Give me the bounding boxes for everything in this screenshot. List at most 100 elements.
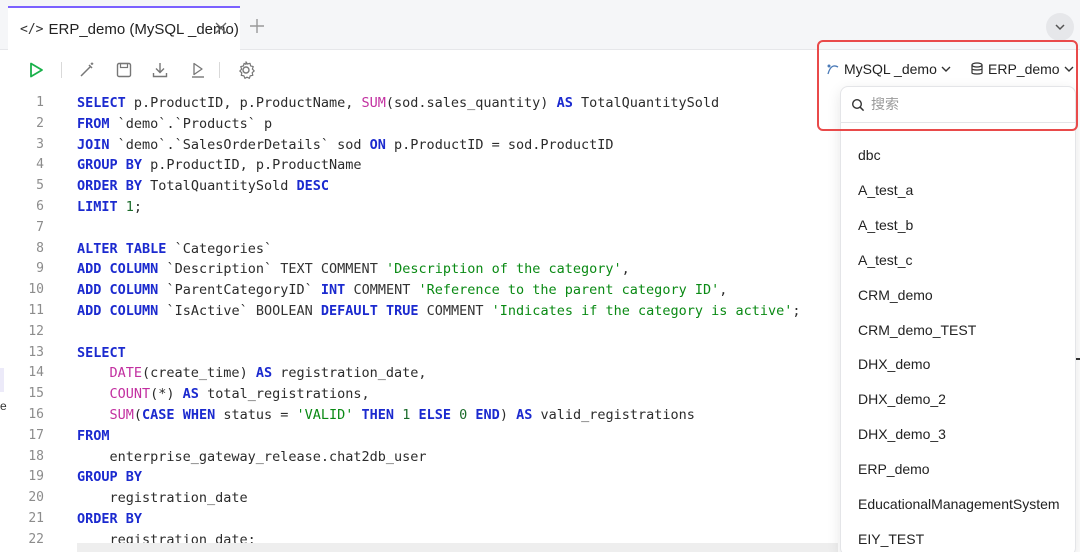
- code-text: ORDER BY: [77, 511, 143, 527]
- run-plan-button[interactable]: [187, 59, 209, 81]
- code-text: SELECT p.ProductID, p.ProductName, SUM(s…: [77, 95, 720, 111]
- search-icon: [851, 98, 865, 111]
- code-line[interactable]: 4 GROUP BY p.ProductID, p.ProductName: [0, 155, 838, 176]
- code-text: enterprise_gateway_release.chat2db_user: [77, 448, 427, 465]
- code-text: SUM(CASE WHEN status = 'VALID' THEN 1 EL…: [109, 407, 695, 423]
- code-line[interactable]: 14 DATE(create_time) AS registration_dat…: [0, 363, 838, 384]
- database-option[interactable]: DHX_demo_2: [858, 389, 946, 409]
- chevron-down-icon: [1055, 24, 1065, 31]
- line-number: 20: [28, 490, 44, 506]
- code-text: GROUP BY p.ProductID, p.ProductName: [77, 157, 362, 174]
- download-button[interactable]: [149, 59, 171, 81]
- line-number: 6: [36, 199, 44, 214]
- database-option[interactable]: CRM_demo: [858, 285, 933, 305]
- line-number: 17: [28, 427, 44, 443]
- line-number: 22: [28, 531, 44, 547]
- database-option[interactable]: DHX_demo: [858, 354, 930, 374]
- code-text: FROM `demo`.`Products` p: [77, 115, 273, 132]
- line-number: 8: [36, 240, 44, 256]
- database-label: ERP_demo: [988, 61, 1060, 77]
- tab-bar: </> ERP_demo (MySQL _demo): [0, 0, 1080, 50]
- execute-icon: [192, 62, 204, 78]
- code-text: GROUP BY: [77, 469, 143, 486]
- dropdown-search: [841, 87, 1075, 123]
- code-line[interactable]: 18 enterprise_gateway_release.chat2db_us…: [0, 447, 838, 468]
- tab-erp-demo[interactable]: </> ERP_demo (MySQL _demo): [8, 6, 240, 50]
- line-number: 14: [28, 365, 44, 381]
- connection-select[interactable]: MySQL _demo: [826, 57, 952, 81]
- collapse-tabs-button[interactable]: [1046, 13, 1074, 41]
- side-panel-text: e: [0, 399, 7, 413]
- play-icon: [30, 62, 43, 78]
- line-number: 19: [28, 469, 44, 485]
- plus-icon[interactable]: [248, 17, 266, 35]
- code-line[interactable]: 5 ORDER BY TotalQuantitySold DESC: [0, 176, 838, 197]
- line-number: 12: [28, 323, 44, 339]
- line-number: 5: [36, 178, 44, 194]
- line-number: 1: [36, 95, 44, 110]
- line-number: 18: [28, 448, 44, 464]
- save-button[interactable]: [113, 59, 135, 81]
- code-line[interactable]: 7: [0, 218, 838, 239]
- line-number: 13: [28, 344, 44, 360]
- line-number: 11: [28, 303, 44, 318]
- close-icon[interactable]: [212, 19, 230, 37]
- database-option[interactable]: DHX_demo_3: [858, 424, 946, 444]
- code-text: ADD COLUMN `IsActive` BOOLEAN DEFAULT TR…: [77, 303, 801, 319]
- code-text: JOIN `demo`.`SalesOrderDetails` sod ON p…: [77, 136, 614, 153]
- connection-label: MySQL _demo: [844, 61, 937, 77]
- code-line[interactable]: 16 SUM(CASE WHEN status = 'VALID' THEN 1…: [0, 405, 838, 426]
- database-option[interactable]: CRM_demo_TEST: [858, 320, 976, 340]
- code-line[interactable]: 3 JOIN `demo`.`SalesOrderDetails` sod ON …: [0, 135, 838, 156]
- toolbar-divider: [219, 62, 220, 78]
- code-text: COUNT(*) AS total_registrations,: [109, 386, 370, 403]
- code-line[interactable]: 6 LIMIT 1;: [0, 197, 838, 218]
- line-number: 10: [28, 282, 44, 298]
- code-text: registration_date: [77, 490, 248, 507]
- database-select[interactable]: ERP_demo: [970, 57, 1075, 81]
- code-line[interactable]: 19 GROUP BY: [0, 467, 838, 488]
- code-line[interactable]: 12: [0, 322, 838, 343]
- code-line[interactable]: 20 registration_date: [0, 488, 838, 509]
- code-text: LIMIT 1;: [77, 199, 143, 215]
- tab-title: ERP_demo (MySQL _demo): [48, 20, 239, 38]
- download-icon: [152, 63, 168, 78]
- code-line[interactable]: 8 ALTER TABLE `Categories`: [0, 239, 838, 260]
- code-line[interactable]: 13 SELECT: [0, 343, 838, 364]
- magic-wand-icon: [80, 62, 94, 77]
- sql-editor[interactable]: 1 SELECT p.ProductID, p.ProductName, SUM(…: [0, 90, 838, 552]
- database-option[interactable]: A_test_a: [858, 180, 913, 200]
- code-text: ADD COLUMN `ParentCategoryID` INT COMMEN…: [77, 282, 728, 299]
- code-text: ADD COLUMN `Description` TEXT COMMENT 'D…: [77, 261, 630, 278]
- code-text: SELECT: [77, 344, 126, 361]
- code-line[interactable]: 1 SELECT p.ProductID, p.ProductName, SUM(…: [0, 93, 838, 114]
- search-input[interactable]: [871, 96, 1051, 113]
- line-number: 2: [36, 115, 44, 131]
- format-button[interactable]: [76, 59, 98, 81]
- database-option[interactable]: A_test_b: [858, 215, 913, 235]
- save-icon: [116, 62, 132, 78]
- side-panel-marker: [0, 368, 4, 392]
- code-line[interactable]: 15 COUNT(*) AS total_registrations,: [0, 384, 838, 405]
- gear-icon: [239, 61, 255, 79]
- code-line[interactable]: 21 ORDER BY: [0, 509, 838, 530]
- code-line[interactable]: 10 ADD COLUMN `ParentCategoryID` INT COMM…: [0, 280, 838, 301]
- database-option[interactable]: ERP_demo: [858, 459, 930, 479]
- code-text: DATE(create_time) AS registration_date,: [109, 365, 427, 382]
- settings-button[interactable]: [235, 59, 257, 81]
- database-icon: [971, 62, 983, 75]
- code-line[interactable]: 2 FROM `demo`.`Products` p: [0, 114, 838, 135]
- run-button[interactable]: [25, 59, 47, 81]
- line-number: 4: [36, 157, 44, 173]
- database-option[interactable]: dbc: [858, 145, 881, 165]
- chevron-down-icon: [1064, 66, 1074, 72]
- code-line[interactable]: 11 ADD COLUMN `IsActive` BOOLEAN DEFAULT …: [0, 301, 838, 322]
- database-option[interactable]: EducationalManagementSystem: [858, 494, 1060, 514]
- code-line[interactable]: 17 FROM: [0, 426, 838, 447]
- horizontal-scrollbar[interactable]: [77, 543, 838, 552]
- database-option[interactable]: EIY_TEST: [858, 529, 924, 549]
- code-icon: </>: [20, 21, 44, 37]
- database-option[interactable]: A_test_c: [858, 250, 912, 270]
- line-number: 21: [28, 511, 44, 526]
- code-line[interactable]: 9 ADD COLUMN `Description` TEXT COMMENT '…: [0, 259, 838, 280]
